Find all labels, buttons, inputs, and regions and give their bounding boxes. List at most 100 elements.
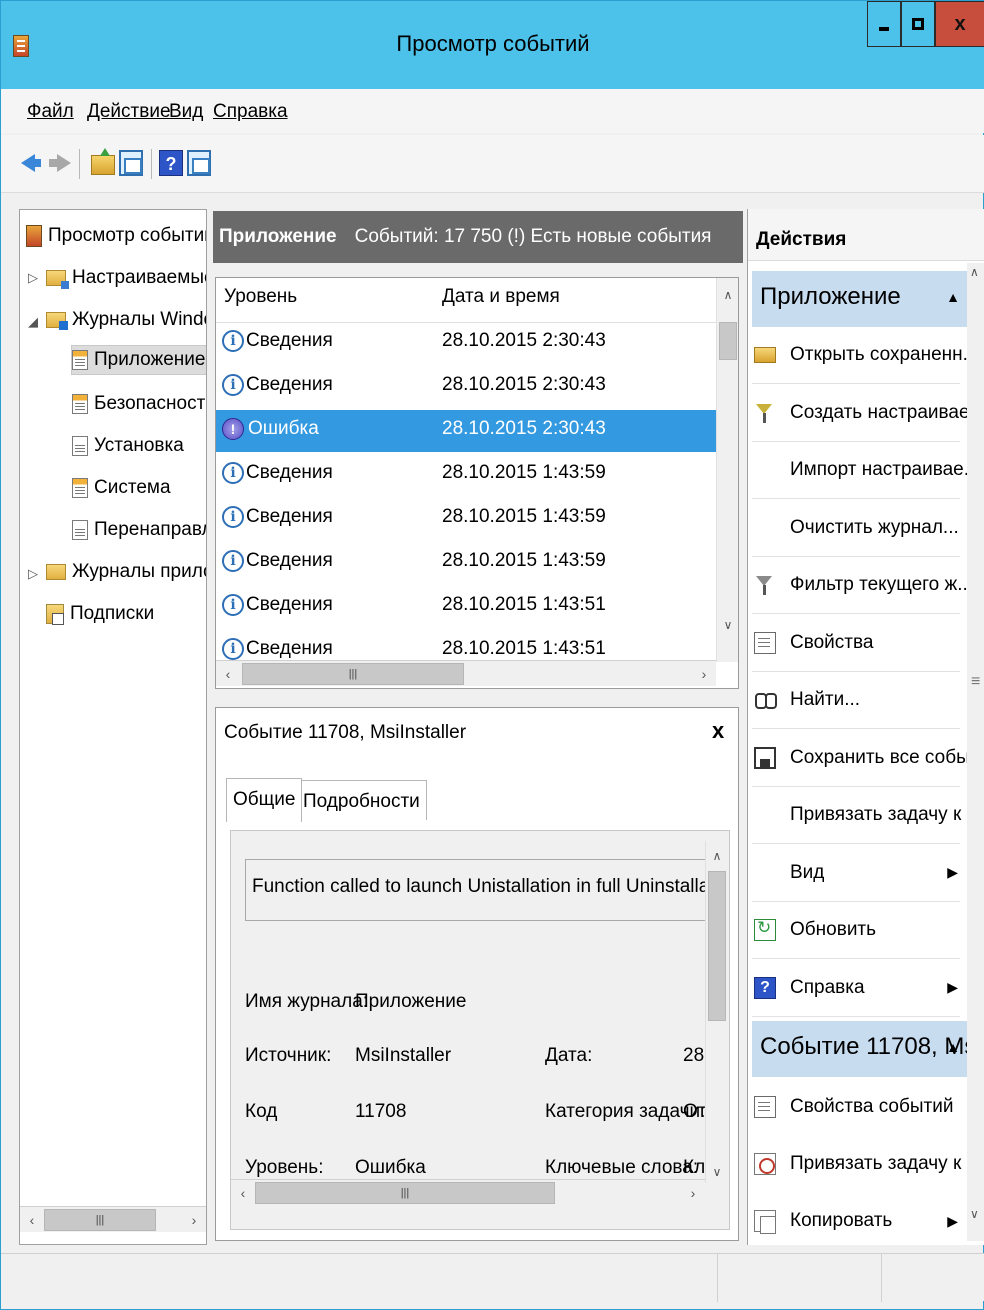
- event-message[interactable]: Function called to launch Unistallation …: [245, 859, 713, 921]
- scroll-thumb[interactable]: |||: [255, 1182, 555, 1204]
- collapse-arrow-icon[interactable]: ◢: [28, 314, 38, 330]
- log-icon: [72, 394, 88, 414]
- tree-item-app-services-logs[interactable]: Журналы приложе: [46, 558, 206, 586]
- action-copy[interactable]: Копировать ▶: [752, 1195, 964, 1245]
- action-divider: [752, 555, 960, 557]
- help-icon[interactable]: ?: [159, 150, 183, 176]
- title-bar[interactable]: Просмотр событий x: [1, 1, 984, 89]
- close-window-button[interactable]: x: [935, 1, 984, 47]
- menu-help-label: Справка: [213, 101, 288, 122]
- event-detail-pane: Событие 11708, MsiInstaller x Общие Подр…: [215, 707, 739, 1241]
- events-horizontal-scrollbar[interactable]: ‹ ||| ›: [216, 660, 716, 686]
- action-refresh[interactable]: Обновить: [752, 904, 964, 956]
- action-clear-log[interactable]: Очистить журнал...: [752, 502, 964, 554]
- actions-section-event[interactable]: Событие 11708, Msi... ▲: [752, 1021, 968, 1077]
- expand-arrow-icon[interactable]: ▷: [28, 566, 38, 582]
- show-hide-console-tree-icon[interactable]: [119, 150, 143, 176]
- tree-item-application[interactable]: Приложение: [70, 345, 206, 375]
- value-source: MsiInstaller: [355, 1045, 452, 1066]
- tree-item-custom-views[interactable]: Настраиваемые пр: [46, 264, 206, 292]
- table-row[interactable]: i Сведения 28.10.2015 2:30:43: [216, 366, 716, 408]
- scroll-down-icon[interactable]: ∨: [706, 1161, 728, 1183]
- tree-item-security[interactable]: Безопасность: [72, 390, 206, 418]
- scroll-down-icon[interactable]: ∨: [970, 1207, 979, 1221]
- action-find[interactable]: Найти...: [752, 674, 964, 726]
- events-list: Уровень Дата и время i Сведения 28.10.2015…: [215, 277, 739, 689]
- scroll-thumb[interactable]: [708, 871, 726, 1021]
- action-view[interactable]: Вид ▶: [752, 847, 964, 899]
- tree-item-system[interactable]: Система: [72, 474, 171, 502]
- tab-details[interactable]: Подробности: [296, 780, 427, 820]
- scroll-thumb[interactable]: |||: [242, 663, 464, 685]
- table-row[interactable]: i Сведения 28.10.2015 1:43:59: [216, 498, 716, 540]
- tab-general[interactable]: Общие: [226, 778, 303, 822]
- back-arrow-icon[interactable]: [21, 150, 45, 176]
- scroll-left-icon[interactable]: ‹: [20, 1207, 44, 1233]
- close-detail-icon[interactable]: x: [712, 718, 724, 744]
- events-vertical-scrollbar[interactable]: ∧ ∨: [716, 278, 738, 662]
- scroll-right-icon[interactable]: ›: [692, 661, 716, 687]
- up-folder-icon[interactable]: [91, 148, 115, 175]
- maximize-button[interactable]: [901, 1, 935, 47]
- scroll-up-icon[interactable]: ∧: [970, 265, 979, 279]
- toolbar-separator: [79, 149, 80, 179]
- action-event-properties[interactable]: Свойства событий: [752, 1081, 964, 1133]
- minimize-button[interactable]: [867, 1, 901, 47]
- tree-item-root[interactable]: Просмотр событий (Л: [26, 222, 206, 250]
- event-datetime: 28.10.2015 1:43:59: [442, 506, 606, 527]
- action-label: Найти...: [790, 689, 861, 710]
- table-row[interactable]: i Сведения 28.10.2015 1:43:51: [216, 586, 716, 628]
- action-filter-current-log[interactable]: Фильтр текущего ж...: [752, 559, 973, 611]
- menu-help[interactable]: Справка: [213, 101, 288, 123]
- table-row[interactable]: i Сведения 28.10.2015 1:43:59: [216, 454, 716, 496]
- table-row[interactable]: ! Ошибка 28.10.2015 2:30:43: [216, 410, 716, 452]
- collapse-triangle-icon[interactable]: ▲: [946, 1039, 960, 1055]
- tree-item-subscriptions[interactable]: Подписки: [46, 600, 154, 628]
- scroll-thumb[interactable]: [719, 322, 737, 360]
- column-header-level[interactable]: Уровень: [224, 286, 297, 322]
- tree-item-setup[interactable]: Установка: [72, 432, 184, 460]
- scroll-right-icon[interactable]: ›: [681, 1180, 705, 1206]
- event-level: i Сведения: [222, 550, 333, 572]
- menu-file[interactable]: Файл: [27, 101, 74, 123]
- action-attach-task-to-event[interactable]: Привязать задачу к ...: [752, 1138, 982, 1190]
- label-keywords: Ключевые слова:: [545, 1157, 699, 1178]
- event-level: i Сведения: [222, 330, 333, 352]
- tree-item-windows-logs[interactable]: Журналы Windows: [46, 306, 206, 334]
- event-level: i Сведения: [222, 638, 333, 660]
- action-help[interactable]: ? Справка ▶: [752, 962, 964, 1014]
- table-row[interactable]: i Сведения 28.10.2015 1:43:59: [216, 542, 716, 584]
- scroll-right-icon[interactable]: ›: [182, 1207, 206, 1233]
- tree-item-forwarded-events[interactable]: Перенаправлен: [72, 516, 206, 544]
- info-icon: i: [222, 594, 244, 616]
- blank-icon: [754, 517, 776, 539]
- event-level-text: Сведения: [246, 374, 333, 395]
- action-open-saved-log[interactable]: Открыть сохраненн...: [752, 329, 978, 381]
- action-properties[interactable]: Свойства: [752, 617, 964, 669]
- detail-vertical-scrollbar[interactable]: ∧ ∨: [705, 841, 727, 1183]
- column-header-datetime[interactable]: Дата и время: [442, 286, 560, 322]
- scroll-left-icon[interactable]: ‹: [231, 1180, 255, 1206]
- expand-arrow-icon[interactable]: ▷: [28, 270, 38, 286]
- actions-section-application[interactable]: Приложение ▲: [752, 271, 968, 327]
- scroll-thumb[interactable]: |||: [44, 1209, 156, 1231]
- action-save-all-events[interactable]: Сохранить все собы...: [752, 732, 984, 784]
- show-hide-action-pane-icon[interactable]: [187, 150, 211, 176]
- scroll-up-icon[interactable]: ∧: [717, 284, 738, 306]
- forward-arrow-icon[interactable]: [49, 150, 73, 176]
- detail-horizontal-scrollbar[interactable]: ‹ ||| ›: [231, 1179, 705, 1205]
- menu-view[interactable]: Вид: [169, 101, 203, 123]
- action-create-custom-view[interactable]: Создать настраивае...: [752, 387, 984, 439]
- tree-horizontal-scrollbar[interactable]: ‹ ||| ›: [20, 1206, 206, 1232]
- table-row[interactable]: i Сведения 28.10.2015 2:30:43: [216, 322, 716, 364]
- action-attach-task[interactable]: Привязать задачу к ...: [752, 789, 982, 841]
- scroll-grip-icon[interactable]: ≡: [971, 673, 980, 691]
- scroll-left-icon[interactable]: ‹: [216, 661, 240, 687]
- collapse-triangle-icon[interactable]: ▲: [946, 289, 960, 305]
- menu-action[interactable]: Действие: [87, 101, 171, 123]
- value-log-name: Приложение: [355, 991, 467, 1012]
- scroll-down-icon[interactable]: ∨: [717, 614, 738, 636]
- scroll-up-icon[interactable]: ∧: [706, 845, 728, 867]
- action-import-custom-view[interactable]: Импорт настраивае...: [752, 444, 980, 496]
- actions-vertical-scrollbar[interactable]: ∧ ≡ ∨: [967, 263, 984, 1241]
